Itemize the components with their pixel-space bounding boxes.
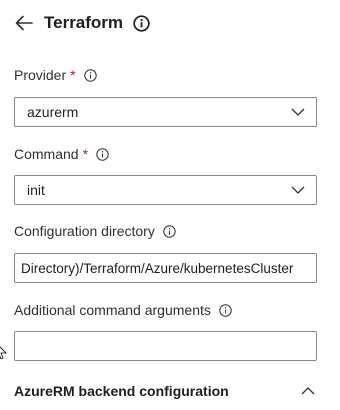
- command-selected-value: init: [27, 182, 45, 198]
- provider-selected-value: azurerm: [27, 104, 79, 120]
- info-icon[interactable]: [83, 68, 97, 82]
- provider-dropdown[interactable]: azurerm: [14, 97, 317, 127]
- provider-label: Provider *: [14, 66, 97, 84]
- backend-config-section-header[interactable]: AzureRM backend configuration: [14, 380, 324, 402]
- arrow-left-icon: [15, 15, 33, 31]
- command-label: Command *: [14, 145, 109, 163]
- terraform-task-panel: Terraform Provider * azurerm Command * i…: [0, 0, 340, 410]
- config-directory-label-text: Configuration directory: [14, 223, 155, 239]
- back-button[interactable]: [14, 13, 34, 33]
- required-marker: *: [82, 146, 89, 162]
- command-label-text: Command: [14, 146, 79, 162]
- page-title: Terraform: [44, 13, 124, 32]
- section-title: AzureRM backend configuration: [14, 383, 229, 399]
- info-icon[interactable]: [133, 14, 150, 32]
- config-directory-value: Directory)/Terraform/Azure/kubernetesClu…: [21, 260, 294, 276]
- config-directory-input[interactable]: Directory)/Terraform/Azure/kubernetesClu…: [14, 253, 317, 283]
- command-dropdown[interactable]: init: [14, 175, 317, 205]
- command-args-label-text: Additional command arguments: [14, 302, 211, 318]
- info-icon[interactable]: [219, 303, 232, 317]
- chevron-up-icon: [300, 386, 316, 396]
- panel-header: Terraform: [14, 10, 150, 36]
- config-directory-label: Configuration directory: [14, 222, 176, 240]
- chevron-down-icon: [280, 176, 316, 204]
- required-marker: *: [70, 67, 76, 83]
- mouse-cursor-icon: [0, 343, 8, 364]
- command-args-label: Additional command arguments: [14, 301, 232, 319]
- command-args-input[interactable]: [14, 331, 317, 361]
- chevron-down-icon: [280, 98, 316, 126]
- info-icon[interactable]: [96, 147, 109, 161]
- provider-label-text: Provider: [14, 67, 67, 83]
- info-icon[interactable]: [163, 224, 176, 238]
